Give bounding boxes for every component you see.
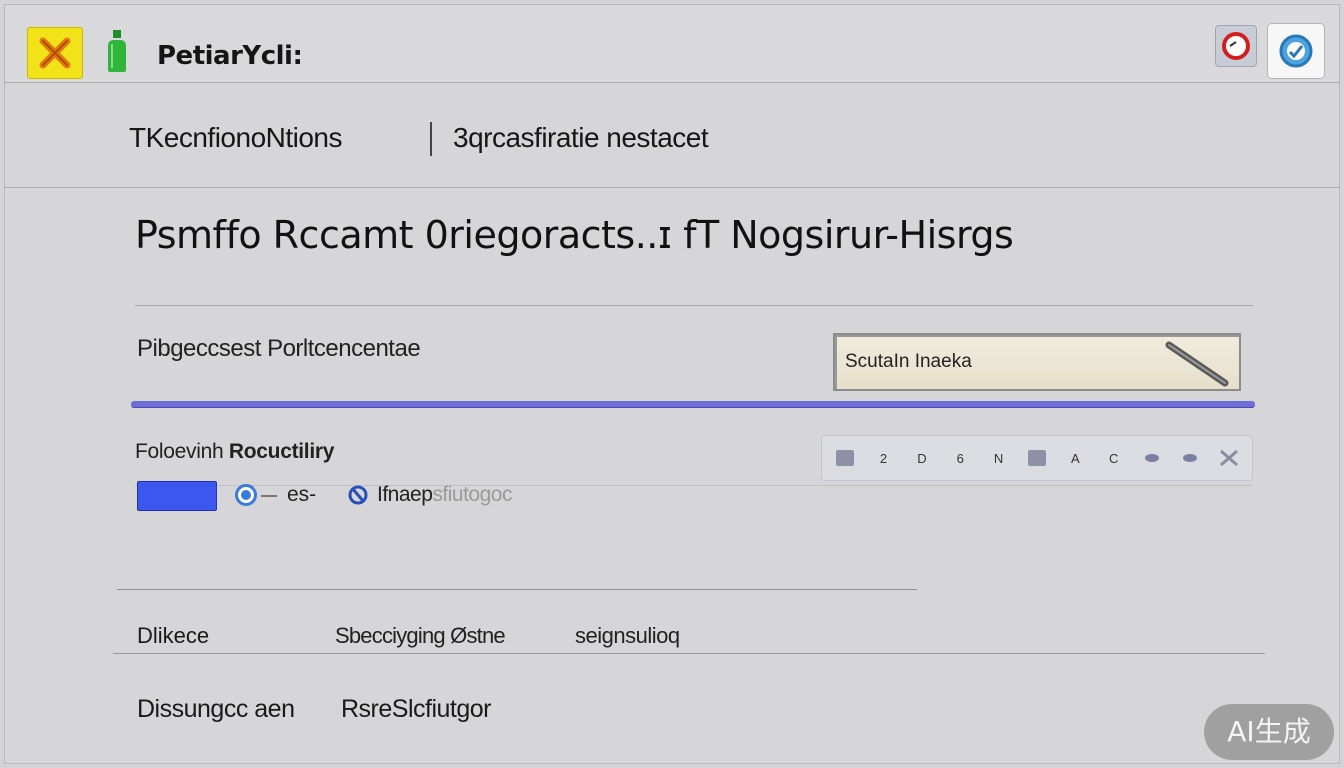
footer-label: Dissungcc aen bbox=[137, 695, 295, 723]
details-value-1: Sbecciyging Østne bbox=[335, 623, 506, 648]
details-label: Dlikece bbox=[137, 623, 210, 648]
close-x-icon[interactable] bbox=[27, 27, 83, 79]
progress-bar bbox=[131, 401, 1255, 408]
option-1-label: es- bbox=[287, 483, 317, 506]
mini-toolbar: 2 D 6 N A C bbox=[821, 435, 1253, 481]
details-value-2[interactable]: seignsulioq bbox=[575, 623, 680, 649]
toolbar-oval-button[interactable] bbox=[1175, 442, 1205, 474]
oval-icon bbox=[1145, 454, 1160, 462]
window-title: PetiarYcli: bbox=[157, 41, 303, 71]
toolbar-item[interactable]: 6 bbox=[945, 442, 975, 474]
stop-button[interactable] bbox=[1215, 25, 1257, 67]
app-window: PetiarYcli: TKecnfionoNtions 3qrcasfirat… bbox=[4, 4, 1340, 764]
blocked-icon[interactable] bbox=[347, 483, 369, 507]
option-2-faded: sfiutogoc bbox=[432, 483, 512, 506]
toolbar-close-button[interactable] bbox=[1214, 442, 1244, 474]
percentage-label: Pibgeccsest Porltcencentae bbox=[137, 335, 421, 362]
tab-notifications[interactable]: TKecnfionoNtions bbox=[129, 122, 343, 154]
sync-icon bbox=[1279, 34, 1313, 68]
toolbar-item[interactable]: N bbox=[983, 442, 1013, 474]
toolbar-block-button[interactable] bbox=[830, 442, 860, 474]
toolbar-item[interactable]: A bbox=[1060, 442, 1090, 474]
sync-button[interactable] bbox=[1267, 23, 1325, 79]
toolbar-item[interactable]: D bbox=[907, 442, 937, 474]
toolbar-oval-button[interactable] bbox=[1137, 442, 1167, 474]
policy-label-bold: Rocuctiliry bbox=[228, 440, 335, 463]
divider bbox=[117, 589, 917, 590]
pen-icon bbox=[1165, 341, 1229, 387]
tab-configuration[interactable]: 3qrcasfiratie nestacet bbox=[453, 122, 709, 154]
ai-generated-badge: AI生成 bbox=[1204, 704, 1334, 760]
toolbar-item[interactable]: 2 bbox=[868, 442, 898, 474]
apply-button[interactable] bbox=[137, 481, 217, 511]
tab-bar: TKecnfionoNtions 3qrcasfiratie nestacet bbox=[5, 84, 1339, 188]
divider bbox=[135, 305, 1253, 306]
search-input[interactable]: ScutaIn Inaeka bbox=[833, 333, 1241, 391]
page-title: Psmffo Rccamt 0riegoracts..ɪ fT Nogsirur… bbox=[135, 213, 1014, 257]
bottle-icon[interactable] bbox=[103, 27, 131, 75]
divider bbox=[113, 653, 1265, 654]
tab-separator bbox=[430, 122, 432, 156]
toolbar-item[interactable]: C bbox=[1099, 442, 1129, 474]
radio-option[interactable] bbox=[235, 484, 257, 506]
title-bar: PetiarYcli: bbox=[5, 5, 1339, 83]
close-icon bbox=[1219, 449, 1238, 467]
stop-icon bbox=[1222, 32, 1250, 60]
option-2-main: Ifnaep bbox=[377, 483, 433, 506]
toolbar-block-button[interactable] bbox=[1022, 442, 1052, 474]
option-2-label: Ifnaepsfiutogoc bbox=[377, 483, 512, 507]
oval-icon bbox=[1183, 454, 1198, 462]
dash-separator bbox=[261, 495, 277, 497]
footer-value: RsreSlcfiutgor bbox=[341, 695, 492, 723]
search-placeholder: ScutaIn Inaeka bbox=[845, 351, 972, 372]
block-icon bbox=[1027, 450, 1046, 466]
policy-label-plain: Foloevinh bbox=[135, 440, 229, 463]
block-icon bbox=[836, 450, 855, 466]
policy-label: Foloevinh Rocuctiliry bbox=[135, 440, 334, 464]
